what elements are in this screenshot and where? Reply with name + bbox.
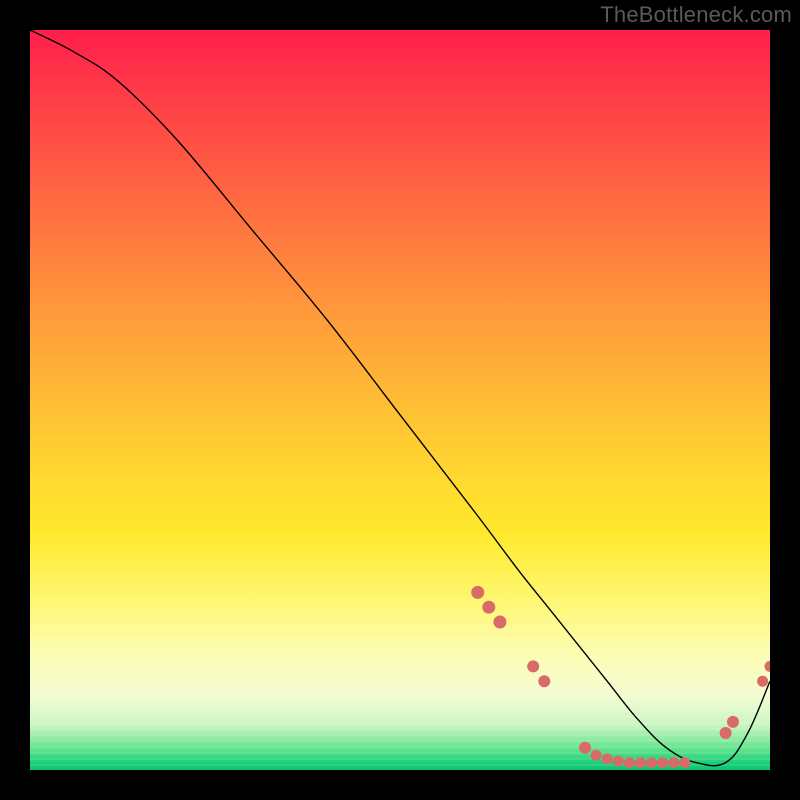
chart-svg <box>30 30 770 770</box>
data-marker <box>635 757 646 768</box>
data-marker <box>657 757 668 768</box>
data-marker <box>482 601 495 614</box>
curve-group <box>30 30 770 766</box>
data-marker <box>757 676 768 687</box>
watermark-text: TheBottleneck.com <box>600 2 792 28</box>
data-marker <box>646 757 657 768</box>
data-marker <box>720 727 732 739</box>
data-marker <box>538 675 550 687</box>
data-marker <box>613 756 624 767</box>
data-marker <box>591 750 602 761</box>
data-marker <box>765 661 771 672</box>
chart-container: TheBottleneck.com <box>0 0 800 800</box>
data-marker <box>727 716 739 728</box>
data-marker <box>679 757 690 768</box>
data-marker <box>579 742 591 754</box>
data-marker <box>624 757 635 768</box>
data-marker <box>493 616 506 629</box>
bottleneck-curve <box>30 30 770 766</box>
data-marker <box>602 753 613 764</box>
data-marker <box>527 660 539 672</box>
plot-area <box>30 30 770 770</box>
data-marker <box>668 757 679 768</box>
data-marker <box>471 586 484 599</box>
markers-group <box>471 586 770 768</box>
